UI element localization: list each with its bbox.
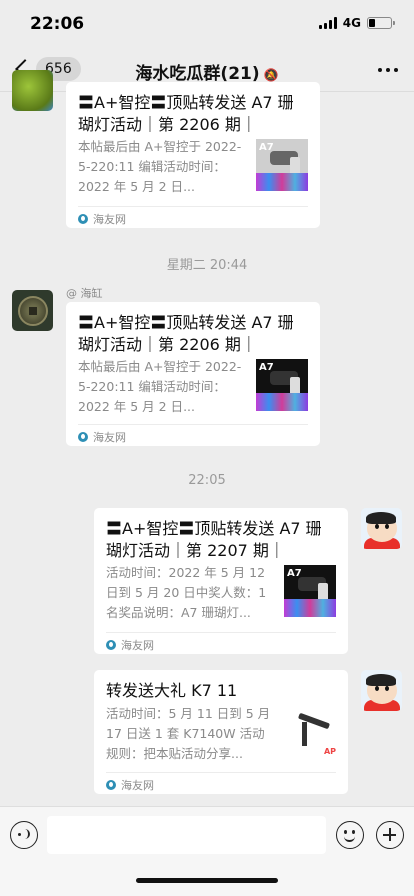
avatar[interactable] <box>361 508 402 549</box>
voice-icon[interactable] <box>10 821 38 849</box>
card-description: 活动时间：5 月 11 日到 5 月 17 日送 1 套 K7140W 活动规则… <box>106 706 271 761</box>
source-label: 海友网 <box>93 431 126 444</box>
source-label: 海友网 <box>121 779 154 792</box>
haiyou-logo-icon <box>106 780 116 790</box>
chat-title-text: 海水吃瓜群(21) <box>135 64 260 84</box>
more-button[interactable] <box>378 68 398 72</box>
card-thumbnail: A7 <box>256 139 308 191</box>
bell-off-icon: 🔕 <box>263 68 279 82</box>
card-source: 海友网 <box>106 637 154 653</box>
card-source: 海友网 <box>78 429 126 445</box>
card-title: 〓A+智控〓顶贴转发送 A7 珊瑚灯活动｜第 2206 期｜ <box>78 93 294 134</box>
link-card[interactable]: 转发送大礼 K7 11 活动时间：5 月 11 日到 5 月 17 日送 1 套… <box>94 670 348 794</box>
card-divider <box>106 772 336 773</box>
message-timestamp: 22:05 <box>188 473 226 488</box>
home-indicator[interactable] <box>136 878 278 883</box>
message-timestamp: 星期二 20:44 <box>166 258 248 273</box>
source-label: 海友网 <box>121 639 154 652</box>
status-bar: 22:06 4G <box>0 0 414 48</box>
plus-icon[interactable] <box>376 821 404 849</box>
card-title: 〓A+智控〓顶贴转发送 A7 珊瑚灯活动｜第 2207 期｜ <box>106 519 322 560</box>
emoji-icon[interactable] <box>336 821 364 849</box>
link-card[interactable]: 〓A+智控〓顶贴转发送 A7 珊瑚灯活动｜第 2207 期｜ 活动时间：2022… <box>94 508 348 654</box>
message-input[interactable] <box>47 816 326 854</box>
battery-icon <box>367 17 395 29</box>
chat-title[interactable]: 海水吃瓜群(21) 🔕 <box>0 59 414 84</box>
haiyou-logo-icon <box>106 640 116 650</box>
card-description: 本帖最后由 A+智控于 2022-5-220:11 编辑活动时间：2022 年 … <box>78 139 242 194</box>
avatar[interactable] <box>12 290 53 331</box>
network-type: 4G <box>342 16 361 30</box>
card-description: 本帖最后由 A+智控于 2022-5-220:11 编辑活动时间：2022 年 … <box>78 359 242 414</box>
avatar[interactable] <box>12 70 53 111</box>
sender-name: @ 海缸 <box>66 287 103 300</box>
link-card[interactable]: 〓A+智控〓顶贴转发送 A7 珊瑚灯活动｜第 2206 期｜ 本帖最后由 A+智… <box>66 82 320 228</box>
card-source: 海友网 <box>106 777 154 793</box>
card-divider <box>78 206 308 207</box>
signal-icon <box>318 17 337 29</box>
card-description: 活动时间：2022 年 5 月 12 日到 5 月 20 日中奖人数：1名奖品说… <box>106 565 267 620</box>
card-thumbnail: AP <box>288 708 340 760</box>
card-thumbnail: A7 <box>256 359 308 411</box>
source-label: 海友网 <box>93 213 126 226</box>
status-indicators: 4G <box>318 16 395 30</box>
card-thumbnail: A7 <box>284 565 336 617</box>
link-card[interactable]: 〓A+智控〓顶贴转发送 A7 珊瑚灯活动｜第 2206 期｜ 本帖最后由 A+智… <box>66 302 320 446</box>
avatar[interactable] <box>361 670 402 711</box>
card-source: 海友网 <box>78 211 126 227</box>
card-divider <box>78 424 308 425</box>
card-title: 〓A+智控〓顶贴转发送 A7 珊瑚灯活动｜第 2206 期｜ <box>78 313 294 354</box>
card-divider <box>106 632 336 633</box>
status-time: 22:06 <box>30 14 85 34</box>
card-title: 转发送大礼 K7 11 <box>106 681 238 700</box>
haiyou-logo-icon <box>78 214 88 224</box>
haiyou-logo-icon <box>78 432 88 442</box>
